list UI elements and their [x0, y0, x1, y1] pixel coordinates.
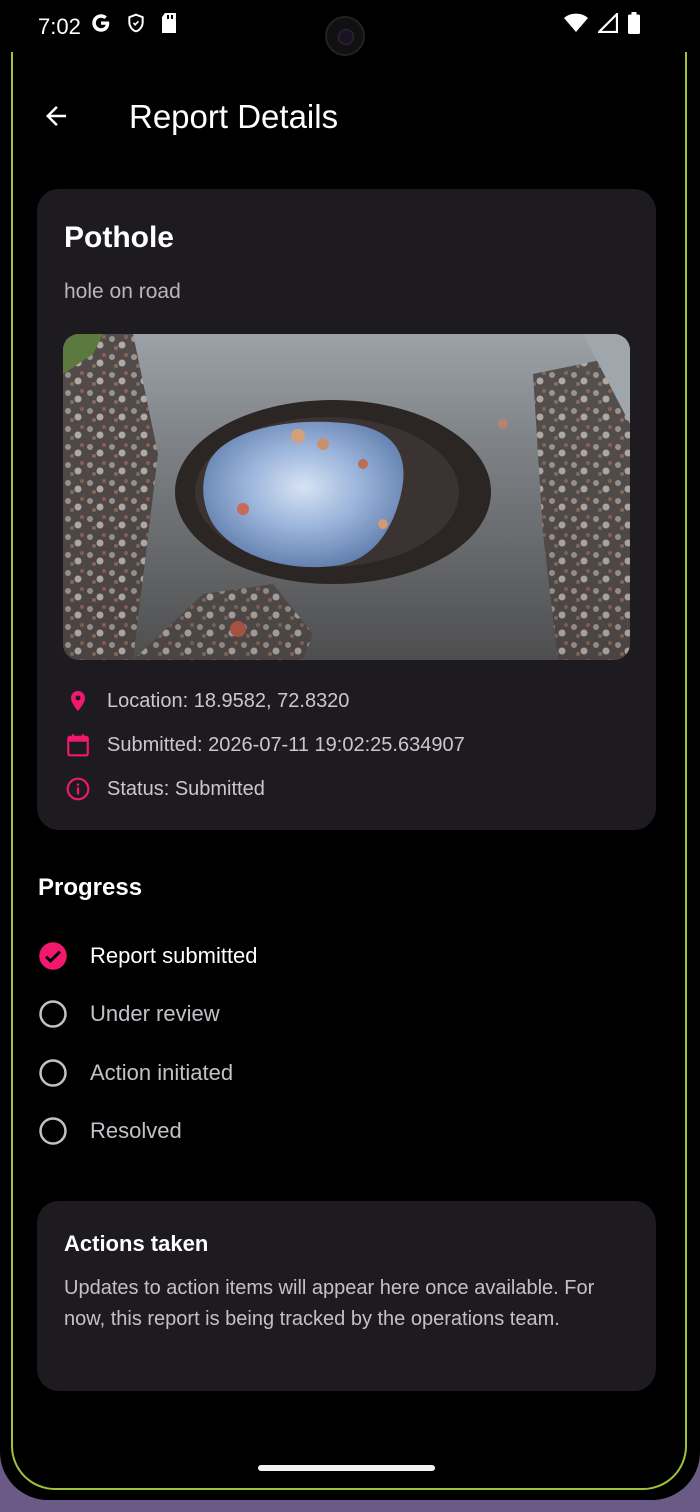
empty-circle-icon: [38, 1116, 68, 1146]
status-icons-right: [564, 11, 640, 39]
signal-icon: [596, 11, 619, 38]
progress-step-under-review[interactable]: Under review: [38, 999, 220, 1029]
status-text: Status: Submitted: [107, 777, 265, 800]
status-icons-left: [90, 12, 178, 39]
battery-icon: [628, 12, 640, 39]
google-g-icon: [90, 12, 112, 39]
sd-card-icon: [160, 12, 178, 39]
home-indicator[interactable]: [258, 1465, 435, 1471]
app-bar: Report Details: [0, 80, 700, 154]
actions-body: Updates to action items will appear here…: [64, 1277, 595, 1330]
step-label: Resolved: [90, 1118, 182, 1143]
progress-step-action-initiated[interactable]: Action initiated: [38, 1058, 233, 1088]
empty-circle-icon: [38, 1058, 68, 1088]
phone-screen: 7:02 Report Details Pothole hole on road…: [0, 0, 700, 1500]
report-description: hole on road: [64, 280, 181, 303]
location-row: Location: 18.9582, 72.8320: [63, 686, 349, 716]
shield-icon: [126, 12, 146, 39]
wifi-icon: [564, 13, 588, 38]
pothole-photo[interactable]: [63, 334, 630, 660]
step-label: Action initiated: [90, 1060, 234, 1085]
location-text: Location: 18.9582, 72.8320: [107, 689, 350, 712]
actions-card: Actions taken Updates to action items wi…: [37, 1201, 656, 1391]
page-title: Report Details: [129, 98, 339, 135]
progress-step-resolved[interactable]: Resolved: [38, 1116, 182, 1146]
report-card: Pothole hole on road Location: 18.9582, …: [37, 189, 656, 830]
status-row: Status: Submitted: [63, 774, 265, 804]
actions-title: Actions taken: [64, 1231, 209, 1256]
calendar-icon: [63, 730, 93, 760]
submitted-row: Submitted: 2026-07-11 19:02:25.634907: [63, 730, 465, 760]
check-circle-icon: [38, 941, 68, 971]
step-label: Under review: [90, 1001, 220, 1026]
progress-step-report-submitted[interactable]: Report submitted: [38, 941, 258, 971]
back-button[interactable]: [36, 98, 76, 138]
step-label: Report submitted: [90, 943, 258, 968]
arrow-back-icon: [41, 101, 71, 136]
status-time: 7:02: [38, 14, 81, 39]
location-pin-icon: [63, 686, 93, 716]
submitted-text: Submitted: 2026-07-11 19:02:25.634907: [107, 733, 465, 756]
empty-circle-icon: [38, 999, 68, 1029]
front-camera: [325, 16, 365, 56]
progress-title: Progress: [38, 874, 143, 901]
status-bar: 7:02: [0, 0, 700, 56]
report-title: Pothole: [64, 221, 174, 254]
info-icon: [63, 774, 93, 804]
